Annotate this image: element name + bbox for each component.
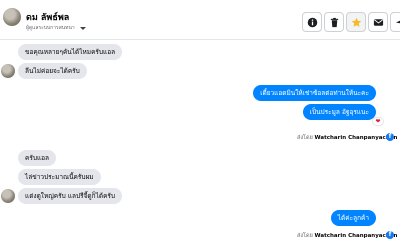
message-bubble-incoming[interactable]: ไล่ข่าวประมาณนี้ครับผม [18,169,101,185]
info-button[interactable] [302,12,322,32]
delete-button[interactable] [324,12,344,32]
mail-icon [373,19,384,26]
contact-name[interactable]: ดม ลัพธ์พล [26,10,69,24]
trash-icon [330,17,339,28]
contact-status: ผู้ดูแลระบบการสนทนา [26,25,75,31]
message-bubble-incoming[interactable]: ขอคุณหลายๆคันได้ไหมครับแอล [18,44,123,60]
sent-by-prefix: ส่งโดย [297,135,313,141]
mail-button[interactable] [368,12,388,32]
star-icon [351,17,362,27]
chevron-down-icon[interactable] [80,27,86,30]
sent-by-label: ส่งโดย Watcharin Chanpanyachon [297,232,397,240]
sent-by-name[interactable]: Watcharin Chanpanyachon [315,135,398,141]
facebook-icon: f [386,133,394,141]
info-icon [307,17,318,28]
message-bubble-outgoing[interactable]: เดี๋ยวแอดมินให้เช่าซ้อลต่อท่านให้นะคะ [253,85,376,101]
star-button[interactable] [346,12,366,32]
contact-avatar[interactable] [3,8,21,26]
heart-reaction-icon[interactable]: ❤ [372,117,384,126]
message-bubble-incoming[interactable]: ลีนไม่ค่อยจะได้ครับ [18,63,87,79]
contact-avatar [1,64,15,78]
conversation-header: ดม ลัพธ์พล ผู้ดูแลระบบการสนทนา [0,0,400,40]
message-bubble-outgoing[interactable]: เป็นประมูล อัฐอุรแนะ [302,104,376,120]
message-bubble-incoming[interactable]: แต่งดูใหญ่ครับ แลปรีจี้ดูก็ได้ครับ [18,188,123,204]
sent-by-prefix: ส่งโดย [297,233,313,239]
sent-by-label: ส่งโดย Watcharin Chanpanyachon [297,134,397,142]
contact-avatar [1,189,15,203]
message-bubble-outgoing[interactable]: ได้ค่ะลูกค้า [330,210,376,226]
send-icon [395,20,400,24]
sent-by-name[interactable]: Watcharin Chanpanyachon [315,233,398,239]
facebook-icon: f [386,231,394,239]
message-bubble-incoming[interactable]: ครับแอล [18,150,57,166]
send-button[interactable] [390,12,400,32]
